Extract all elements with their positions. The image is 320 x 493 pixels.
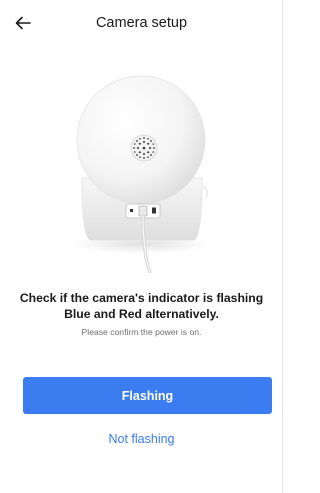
instruction-headline: Check if the camera's indicator is flash… bbox=[19, 291, 264, 321]
edge-divider bbox=[282, 0, 283, 493]
top-bar: Camera setup bbox=[0, 0, 283, 44]
camera-setup-screen: Camera setup Check if the camera's indic… bbox=[0, 0, 283, 493]
not-flashing-link[interactable]: Not flashing bbox=[60, 432, 223, 446]
page-title: Camera setup bbox=[95, 15, 188, 31]
back-button[interactable] bbox=[12, 12, 34, 34]
flashing-button[interactable]: Flashing bbox=[23, 377, 272, 414]
arrow-left-icon bbox=[15, 16, 31, 30]
camera-illustration bbox=[60, 58, 223, 274]
instruction-subtext: Please confirm the power is on. bbox=[81, 327, 202, 337]
